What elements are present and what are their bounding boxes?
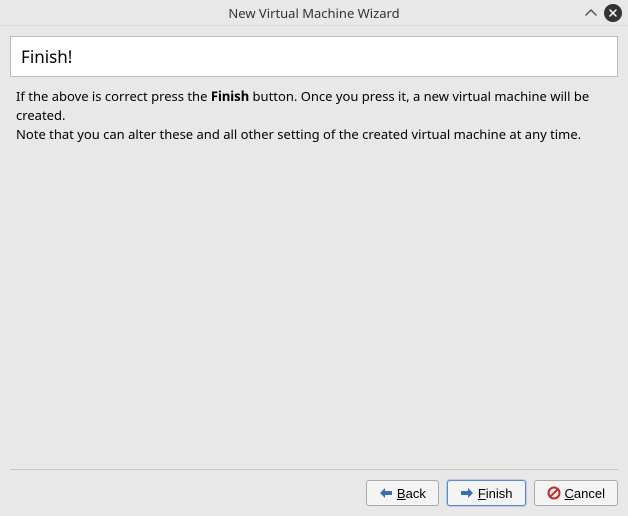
back-button[interactable]: Back (366, 480, 439, 506)
body-line1-bold: Finish (211, 87, 249, 105)
finish-button-label: Finish (478, 486, 513, 501)
body-line2: Note that you can alter these and all ot… (16, 125, 612, 144)
finish-button[interactable]: Finish (447, 480, 526, 506)
window-title: New Virtual Machine Wizard (228, 4, 399, 22)
body-text: If the above is correct press the Finish… (10, 87, 618, 144)
footer: Back Finish Cancel (10, 469, 618, 506)
button-row: Back Finish Cancel (10, 480, 618, 506)
titlebar: New Virtual Machine Wizard (0, 0, 628, 26)
wizard-content: Finish! If the above is correct press th… (0, 26, 628, 144)
footer-separator (10, 469, 618, 470)
close-button[interactable] (604, 4, 622, 22)
cancel-button[interactable]: Cancel (534, 480, 618, 506)
titlebar-controls (584, 4, 622, 22)
cancel-icon (547, 486, 561, 500)
cancel-button-label: Cancel (565, 486, 605, 501)
back-button-label: Back (397, 486, 426, 501)
heading-box: Finish! (10, 36, 618, 77)
body-line1-pre: If the above is correct press the (16, 87, 211, 105)
page-heading: Finish! (21, 45, 72, 68)
arrow-right-icon (460, 487, 474, 499)
arrow-left-icon (379, 487, 393, 499)
minimize-button[interactable] (584, 6, 598, 20)
